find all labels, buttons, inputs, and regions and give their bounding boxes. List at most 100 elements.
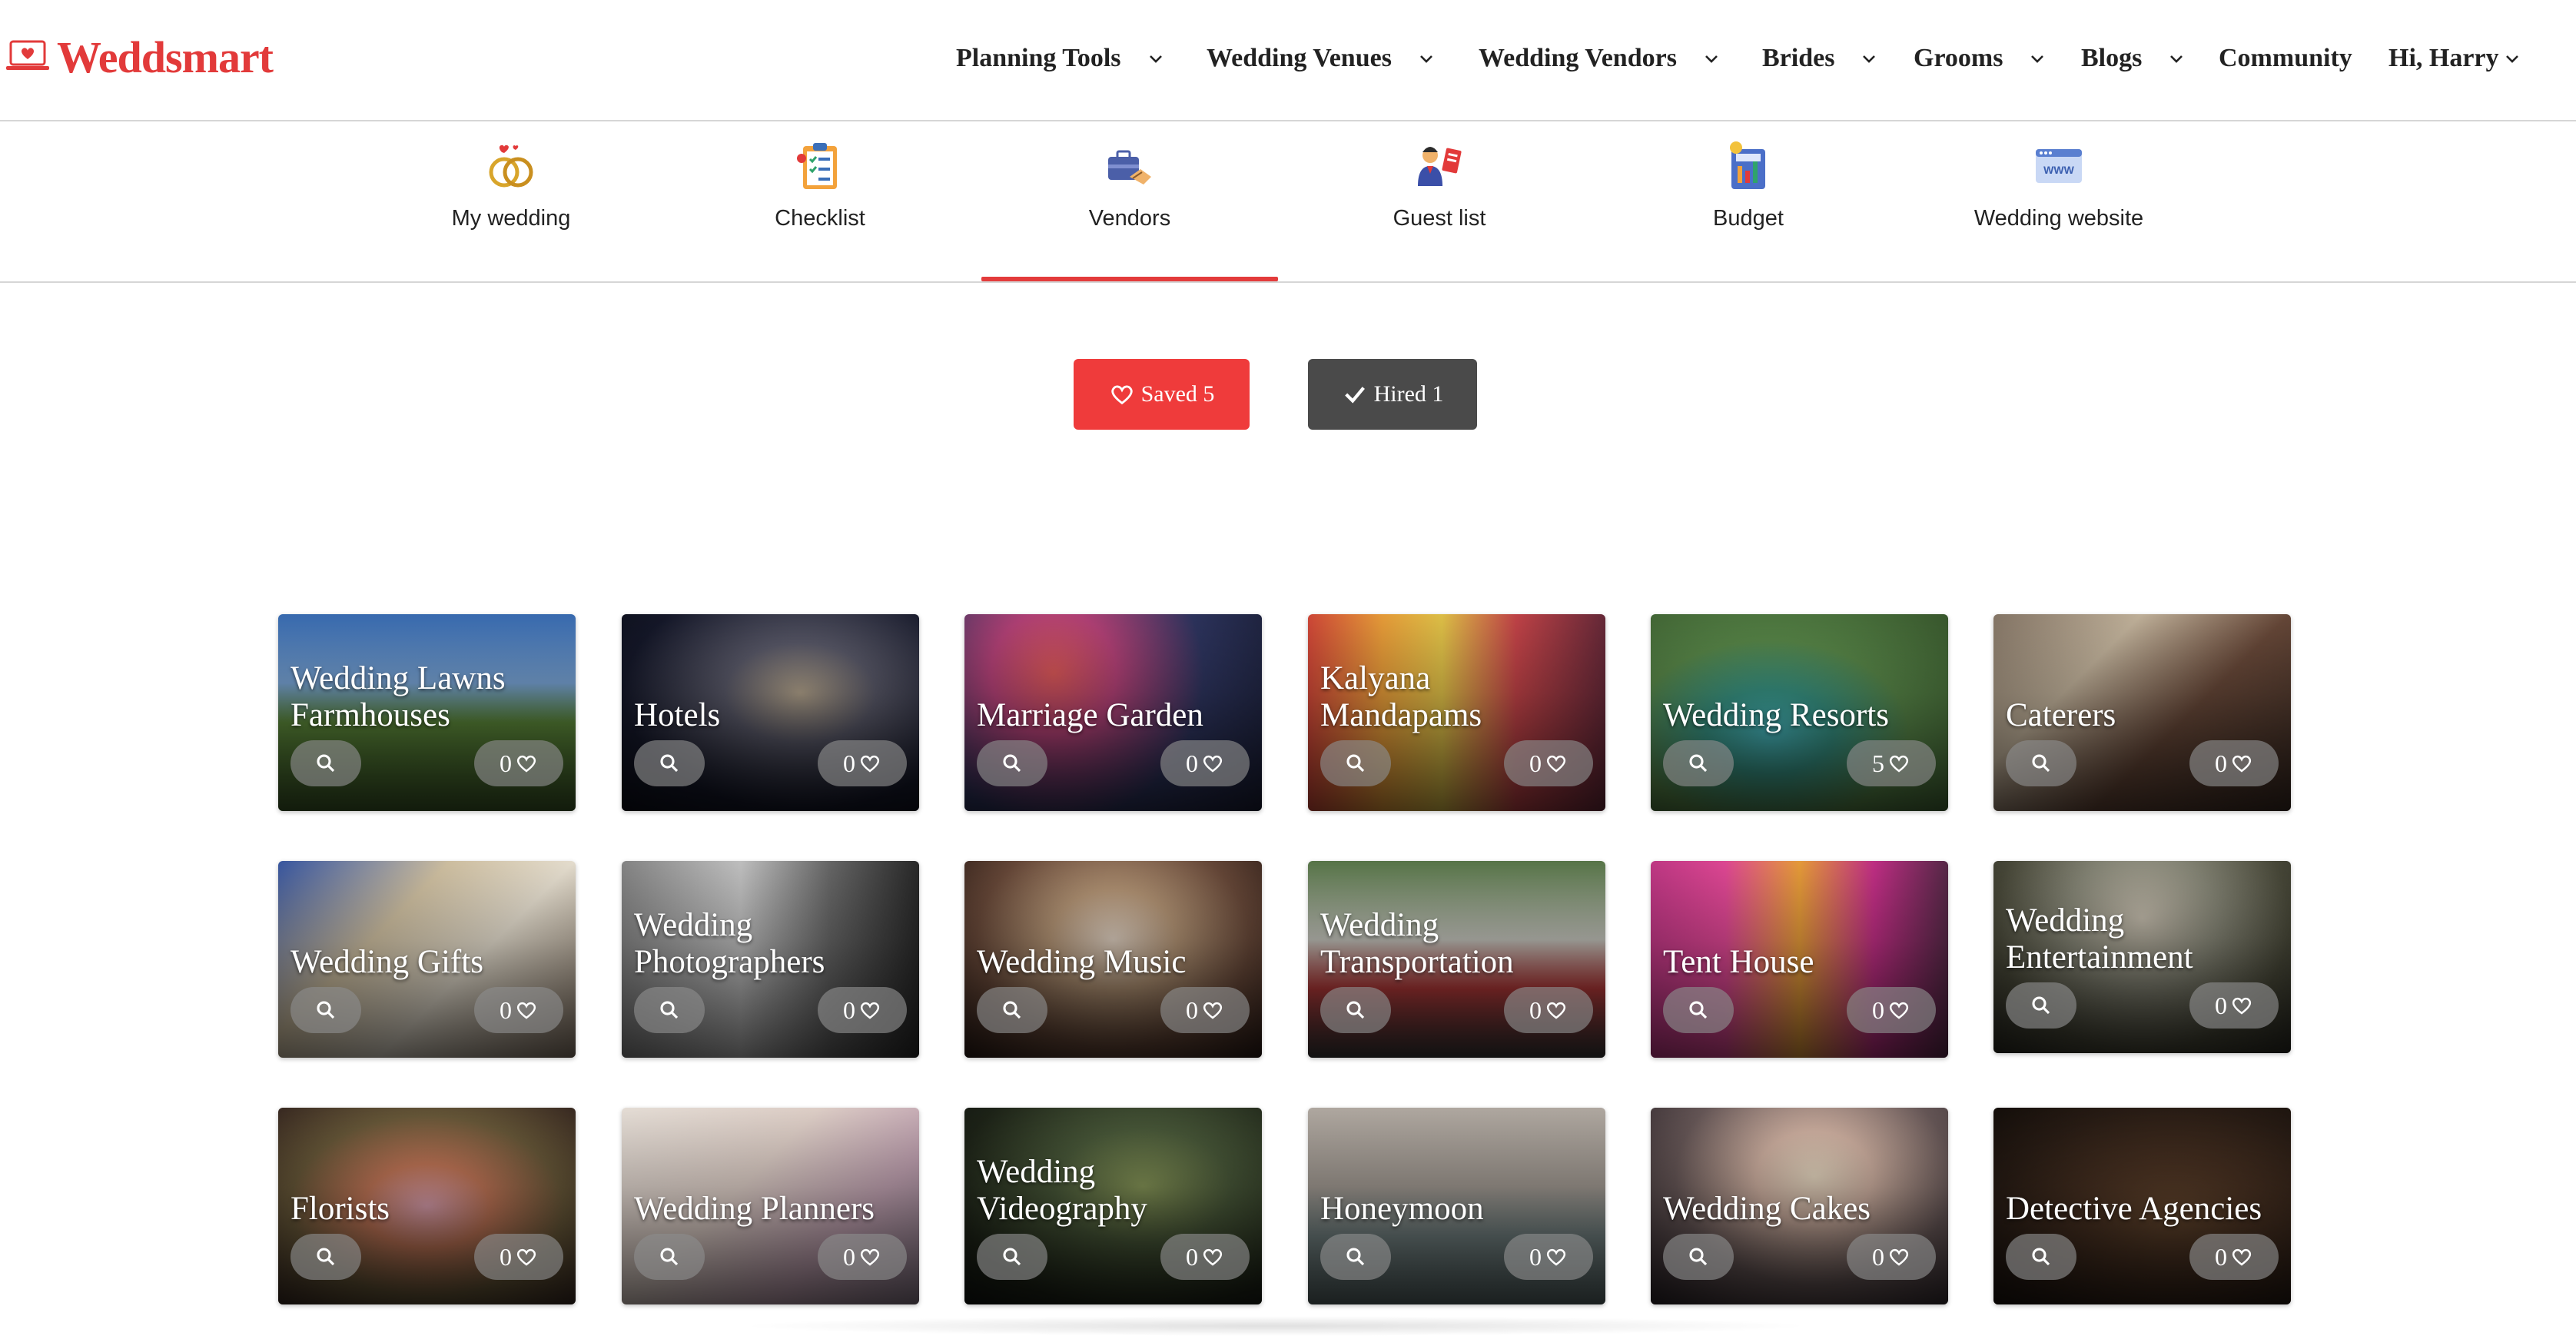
card-save-button[interactable]: 0 (1160, 987, 1250, 1033)
vendor-card[interactable]: Marriage Garden 0 (964, 614, 1262, 811)
save-count: 0 (1186, 1242, 1198, 1271)
nav-user-menu[interactable]: Hi, Harry (2388, 35, 2521, 81)
heart-icon (1203, 1002, 1223, 1019)
card-search-button[interactable] (2006, 982, 2076, 1029)
nav-label: Community (2219, 44, 2352, 72)
save-count: 0 (843, 995, 855, 1024)
card-save-button[interactable]: 0 (474, 1234, 563, 1280)
vendor-card[interactable]: Wedding Entertainment 0 (1993, 861, 2291, 1053)
vendor-card[interactable]: Wedding Lawns Farmhouses 0 (278, 614, 576, 811)
card-save-button[interactable]: 0 (1504, 1234, 1593, 1280)
card-save-button[interactable]: 0 (2189, 1234, 2279, 1280)
vendor-card[interactable]: Wedding Resorts 5 (1651, 614, 1948, 811)
nav-grooms[interactable]: Grooms (1914, 35, 2046, 81)
save-count: 0 (1872, 1242, 1884, 1271)
vendor-card[interactable]: Florists 0 (278, 1108, 576, 1304)
card-save-button[interactable]: 0 (474, 740, 563, 786)
nav-community[interactable]: Community (2219, 35, 2352, 81)
chevron-down-icon (1705, 55, 1718, 63)
card-search-button[interactable] (1320, 740, 1391, 786)
card-search-button[interactable] (290, 987, 361, 1033)
heart-icon (1889, 755, 1909, 773)
card-search-button[interactable] (1320, 987, 1391, 1033)
card-save-button[interactable]: 0 (474, 987, 563, 1033)
vendor-card[interactable]: Wedding Videography 0 (964, 1108, 1262, 1304)
card-save-button[interactable]: 0 (818, 987, 907, 1033)
card-save-button[interactable]: 0 (818, 1234, 907, 1280)
card-title: Wedding Gifts (290, 944, 483, 980)
vendor-card[interactable]: Wedding Music 0 (964, 861, 1262, 1058)
vendor-card[interactable]: Kalyana Mandapams 0 (1308, 614, 1605, 811)
search-icon (2032, 996, 2050, 1015)
vendor-card[interactable]: Wedding Photographers 0 (622, 861, 919, 1058)
vendor-card[interactable]: Wedding Planners 0 (622, 1108, 919, 1304)
card-search-button[interactable] (634, 987, 705, 1033)
card-search-button[interactable] (634, 740, 705, 786)
nav-brides[interactable]: Brides (1762, 35, 1877, 81)
card-search-button[interactable] (1663, 740, 1734, 786)
heart-icon (1889, 1248, 1909, 1266)
card-save-button[interactable]: 5 (1847, 740, 1936, 786)
card-title: Wedding Resorts (1663, 697, 1889, 733)
card-search-button[interactable] (977, 987, 1047, 1033)
tab-my-wedding[interactable]: My wedding (363, 123, 659, 281)
tab-guest-list[interactable]: Guest list (1291, 123, 1588, 281)
heart-icon (516, 1248, 536, 1266)
vendor-card[interactable]: Wedding Cakes 0 (1651, 1108, 1948, 1304)
card-search-button[interactable] (977, 740, 1047, 786)
card-search-button[interactable] (1663, 1234, 1734, 1280)
save-count: 0 (1186, 995, 1198, 1024)
vendor-card[interactable]: Caterers 0 (1993, 614, 2291, 811)
heart-icon (516, 755, 536, 773)
heart-icon (860, 755, 880, 773)
card-search-button[interactable] (634, 1234, 705, 1280)
tab-budget[interactable]: Budget (1600, 123, 1897, 281)
vendor-card[interactable]: Detective Agencies 0 (1993, 1108, 2291, 1304)
vendor-card[interactable]: Tent House 0 (1651, 861, 1948, 1058)
save-count: 0 (843, 1242, 855, 1271)
card-save-button[interactable]: 0 (818, 740, 907, 786)
card-search-button[interactable] (2006, 740, 2076, 786)
tab-vendors[interactable]: Vendors (981, 123, 1278, 281)
save-count: 5 (1872, 749, 1884, 777)
vendor-card[interactable]: Wedding Transportation 0 (1308, 861, 1605, 1058)
card-search-button[interactable] (977, 1234, 1047, 1280)
vendor-card[interactable]: Honeymoon 0 (1308, 1108, 1605, 1304)
nav-wedding-venues[interactable]: Wedding Venues (1207, 35, 1435, 81)
card-title: Detective Agencies (2006, 1191, 2262, 1227)
card-search-button[interactable] (1663, 987, 1734, 1033)
saved-vendors-button[interactable]: Saved 5 (1074, 359, 1250, 430)
card-search-button[interactable] (290, 1234, 361, 1280)
card-save-button[interactable]: 0 (1160, 1234, 1250, 1280)
nav-wedding-vendors[interactable]: Wedding Vendors (1479, 35, 1720, 81)
search-icon (1346, 1001, 1365, 1019)
card-title: Wedding Transportation (1320, 907, 1514, 980)
card-search-button[interactable] (1320, 1234, 1391, 1280)
card-save-button[interactable]: 0 (2189, 740, 2279, 786)
nav-blogs[interactable]: Blogs (2081, 35, 2185, 81)
card-title: Tent House (1663, 944, 1814, 980)
page-bottom-shadow (738, 1316, 1814, 1336)
card-search-button[interactable] (2006, 1234, 2076, 1280)
card-save-button[interactable]: 0 (1847, 987, 1936, 1033)
guest-list-icon (1418, 147, 1462, 186)
card-title: Wedding Planners (634, 1191, 875, 1227)
card-save-button[interactable]: 0 (2189, 982, 2279, 1029)
search-icon (1689, 754, 1708, 773)
search-icon (2032, 754, 2050, 773)
card-save-button[interactable]: 0 (1160, 740, 1250, 786)
card-title: Wedding Photographers (634, 907, 825, 980)
nav-planning-tools[interactable]: Planning Tools (956, 35, 1164, 81)
tab-checklist[interactable]: Checklist (672, 123, 968, 281)
tab-wedding-website[interactable]: WWW Wedding website (1910, 123, 2207, 281)
brand-logo[interactable]: Weddsmart (5, 29, 274, 85)
card-save-button[interactable]: 0 (1847, 1234, 1936, 1280)
heart-icon (860, 1248, 880, 1266)
card-save-button[interactable]: 0 (1504, 987, 1593, 1033)
card-save-button[interactable]: 0 (1504, 740, 1593, 786)
vendor-card[interactable]: Wedding Gifts 0 (278, 861, 576, 1058)
hired-vendors-button[interactable]: Hired 1 (1308, 359, 1477, 430)
search-icon (660, 1001, 679, 1019)
card-search-button[interactable] (290, 740, 361, 786)
vendor-card[interactable]: Hotels 0 (622, 614, 919, 811)
